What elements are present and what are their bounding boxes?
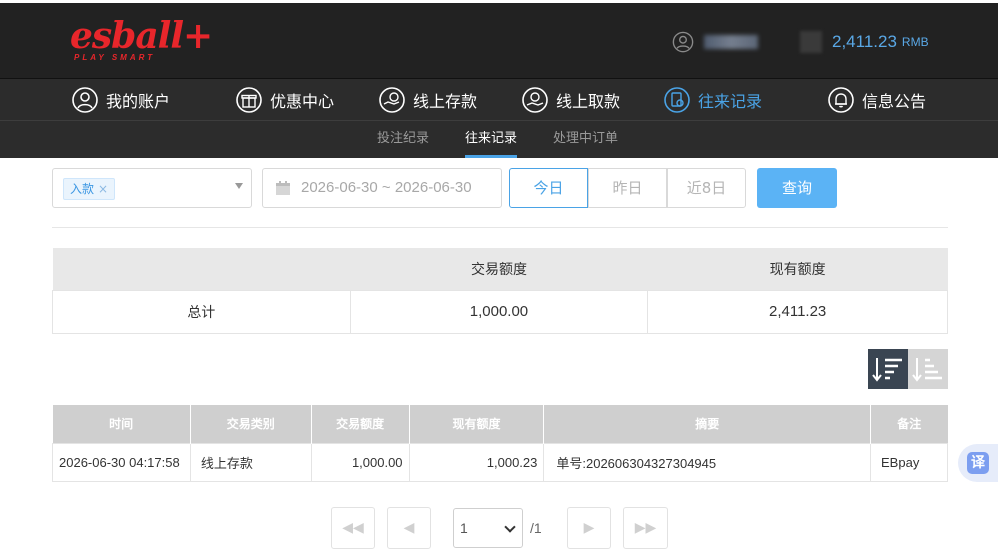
col-remark[interactable]: 备注 bbox=[870, 405, 948, 443]
logo-wordmark: esball+ bbox=[70, 15, 213, 57]
main-nav: 我的账户 优惠中心 线上存款 线上取款 往来记录 信息公告 bbox=[0, 78, 998, 120]
col-time[interactable]: 时间 bbox=[52, 405, 191, 443]
balance-currency: RMB bbox=[901, 35, 929, 49]
prev-page-button[interactable]: ◀ bbox=[387, 507, 431, 549]
deposit-icon bbox=[379, 87, 405, 113]
cell-type: 线上存款 bbox=[189, 442, 312, 482]
left-arrow-icon: ◀ bbox=[403, 520, 415, 536]
translate-widget[interactable]: 译 bbox=[958, 444, 998, 482]
balance-display: 2,411.23 RMB bbox=[800, 31, 929, 53]
sort-ascending-icon bbox=[912, 358, 942, 382]
tab-transaction-records[interactable]: 往来记录 bbox=[465, 121, 518, 158]
sort-descending-icon bbox=[872, 358, 902, 382]
nav-label: 我的账户 bbox=[106, 92, 171, 111]
caret-down-icon bbox=[235, 183, 243, 189]
gift-icon bbox=[236, 87, 262, 113]
top-bar: esball+ PLAY SMART 2,411.23 RMB bbox=[0, 0, 998, 78]
wallet-icon bbox=[800, 31, 822, 53]
tab-pending-orders[interactable]: 处理中订单 bbox=[553, 121, 618, 158]
summary-total-label: 总计 bbox=[52, 289, 351, 334]
nav-my-account[interactable]: 我的账户 bbox=[72, 79, 170, 121]
cell-remark: EBpay bbox=[870, 442, 948, 482]
nav-label: 往来记录 bbox=[698, 92, 763, 111]
col-type[interactable]: 交易类别 bbox=[190, 405, 312, 443]
range-today-button[interactable]: 今日 bbox=[509, 168, 588, 208]
last-page-button[interactable]: ▶▶ bbox=[623, 507, 668, 549]
nav-withdraw[interactable]: 线上取款 bbox=[522, 79, 620, 121]
nav-label: 线上存款 bbox=[413, 92, 478, 111]
double-left-arrow-icon: ◀◀ bbox=[342, 520, 364, 536]
user-icon bbox=[72, 87, 98, 113]
summary-header-amount: 交易额度 bbox=[350, 248, 648, 290]
summary-row: 总计 1,000.00 2,411.23 bbox=[52, 289, 948, 334]
withdraw-icon bbox=[522, 87, 548, 113]
col-balance[interactable]: 现有额度 bbox=[409, 405, 545, 443]
right-arrow-icon: ▶ bbox=[583, 520, 595, 536]
cell-balance: 1,000.23 bbox=[408, 442, 545, 482]
cell-time: 2026-06-30 04:17:58 bbox=[52, 442, 191, 482]
summary-header-balance: 现有额度 bbox=[647, 248, 948, 290]
total-pages: /1 bbox=[530, 520, 542, 536]
sort-descending-button[interactable] bbox=[868, 349, 908, 389]
range-last-8-days-button[interactable]: 近8日 bbox=[667, 168, 746, 208]
table-row: 2026-06-30 04:17:58 线上存款 1,000.00 1,000.… bbox=[52, 442, 948, 482]
record-icon bbox=[664, 87, 690, 113]
translate-icon: 译 bbox=[967, 452, 989, 474]
cell-summary: 单号:202606304327304945 bbox=[543, 442, 872, 482]
page-select[interactable]: 1 bbox=[453, 508, 523, 548]
nav-label: 优惠中心 bbox=[270, 92, 335, 111]
balance-amount: 2,411.23 bbox=[832, 32, 897, 51]
transaction-type-select[interactable]: 入款 × bbox=[52, 168, 252, 208]
user-account[interactable] bbox=[672, 31, 758, 53]
brand-logo[interactable]: esball+ PLAY SMART bbox=[70, 15, 213, 62]
date-range-picker[interactable]: 2026-06-30 ~ 2026-06-30 bbox=[262, 168, 502, 208]
next-page-button[interactable]: ▶ bbox=[567, 507, 611, 549]
nav-label: 线上取款 bbox=[556, 92, 621, 111]
type-filter-tag[interactable]: 入款 × bbox=[63, 178, 116, 200]
nav-promotions[interactable]: 优惠中心 bbox=[236, 79, 334, 121]
nav-announcements[interactable]: 信息公告 bbox=[828, 79, 926, 121]
summary-header-blank bbox=[52, 248, 351, 290]
summary-total-amount: 1,000.00 bbox=[349, 289, 649, 334]
current-page: 1 bbox=[460, 520, 468, 536]
range-yesterday-button[interactable]: 昨日 bbox=[588, 168, 667, 208]
nav-deposit[interactable]: 线上存款 bbox=[379, 79, 477, 121]
bell-icon bbox=[828, 87, 854, 113]
date-range-value: 2026-06-30 ~ 2026-06-30 bbox=[301, 179, 472, 196]
records-table: 时间 交易类别 交易额度 现有额度 摘要 备注 2026-06-30 04:17… bbox=[52, 405, 948, 482]
tab-bet-records[interactable]: 投注纪录 bbox=[377, 121, 429, 158]
nav-label: 信息公告 bbox=[862, 92, 927, 111]
records-header-row: 时间 交易类别 交易额度 现有额度 摘要 备注 bbox=[52, 405, 948, 443]
cell-amount: 1,000.00 bbox=[310, 442, 410, 482]
summary-current-balance: 2,411.23 bbox=[647, 289, 948, 334]
summary-table: 交易额度 现有额度 总计 1,000.00 2,411.23 bbox=[52, 248, 948, 334]
divider bbox=[52, 227, 948, 228]
chevron-down-icon bbox=[504, 521, 516, 533]
username-redacted bbox=[704, 35, 758, 49]
query-button[interactable]: 查询 bbox=[757, 168, 837, 208]
calendar-icon bbox=[276, 181, 290, 195]
col-amount[interactable]: 交易额度 bbox=[311, 405, 410, 443]
sort-ascending-button[interactable] bbox=[908, 349, 948, 389]
col-summary[interactable]: 摘要 bbox=[543, 405, 872, 443]
double-right-arrow-icon: ▶▶ bbox=[634, 520, 657, 536]
first-page-button[interactable]: ◀◀ bbox=[331, 507, 375, 549]
user-avatar-icon bbox=[672, 31, 694, 53]
sub-nav: 投注纪录 往来记录 处理中订单 bbox=[0, 120, 998, 158]
tag-remove-icon[interactable]: × bbox=[98, 182, 108, 196]
nav-transaction-records[interactable]: 往来记录 bbox=[664, 79, 762, 121]
